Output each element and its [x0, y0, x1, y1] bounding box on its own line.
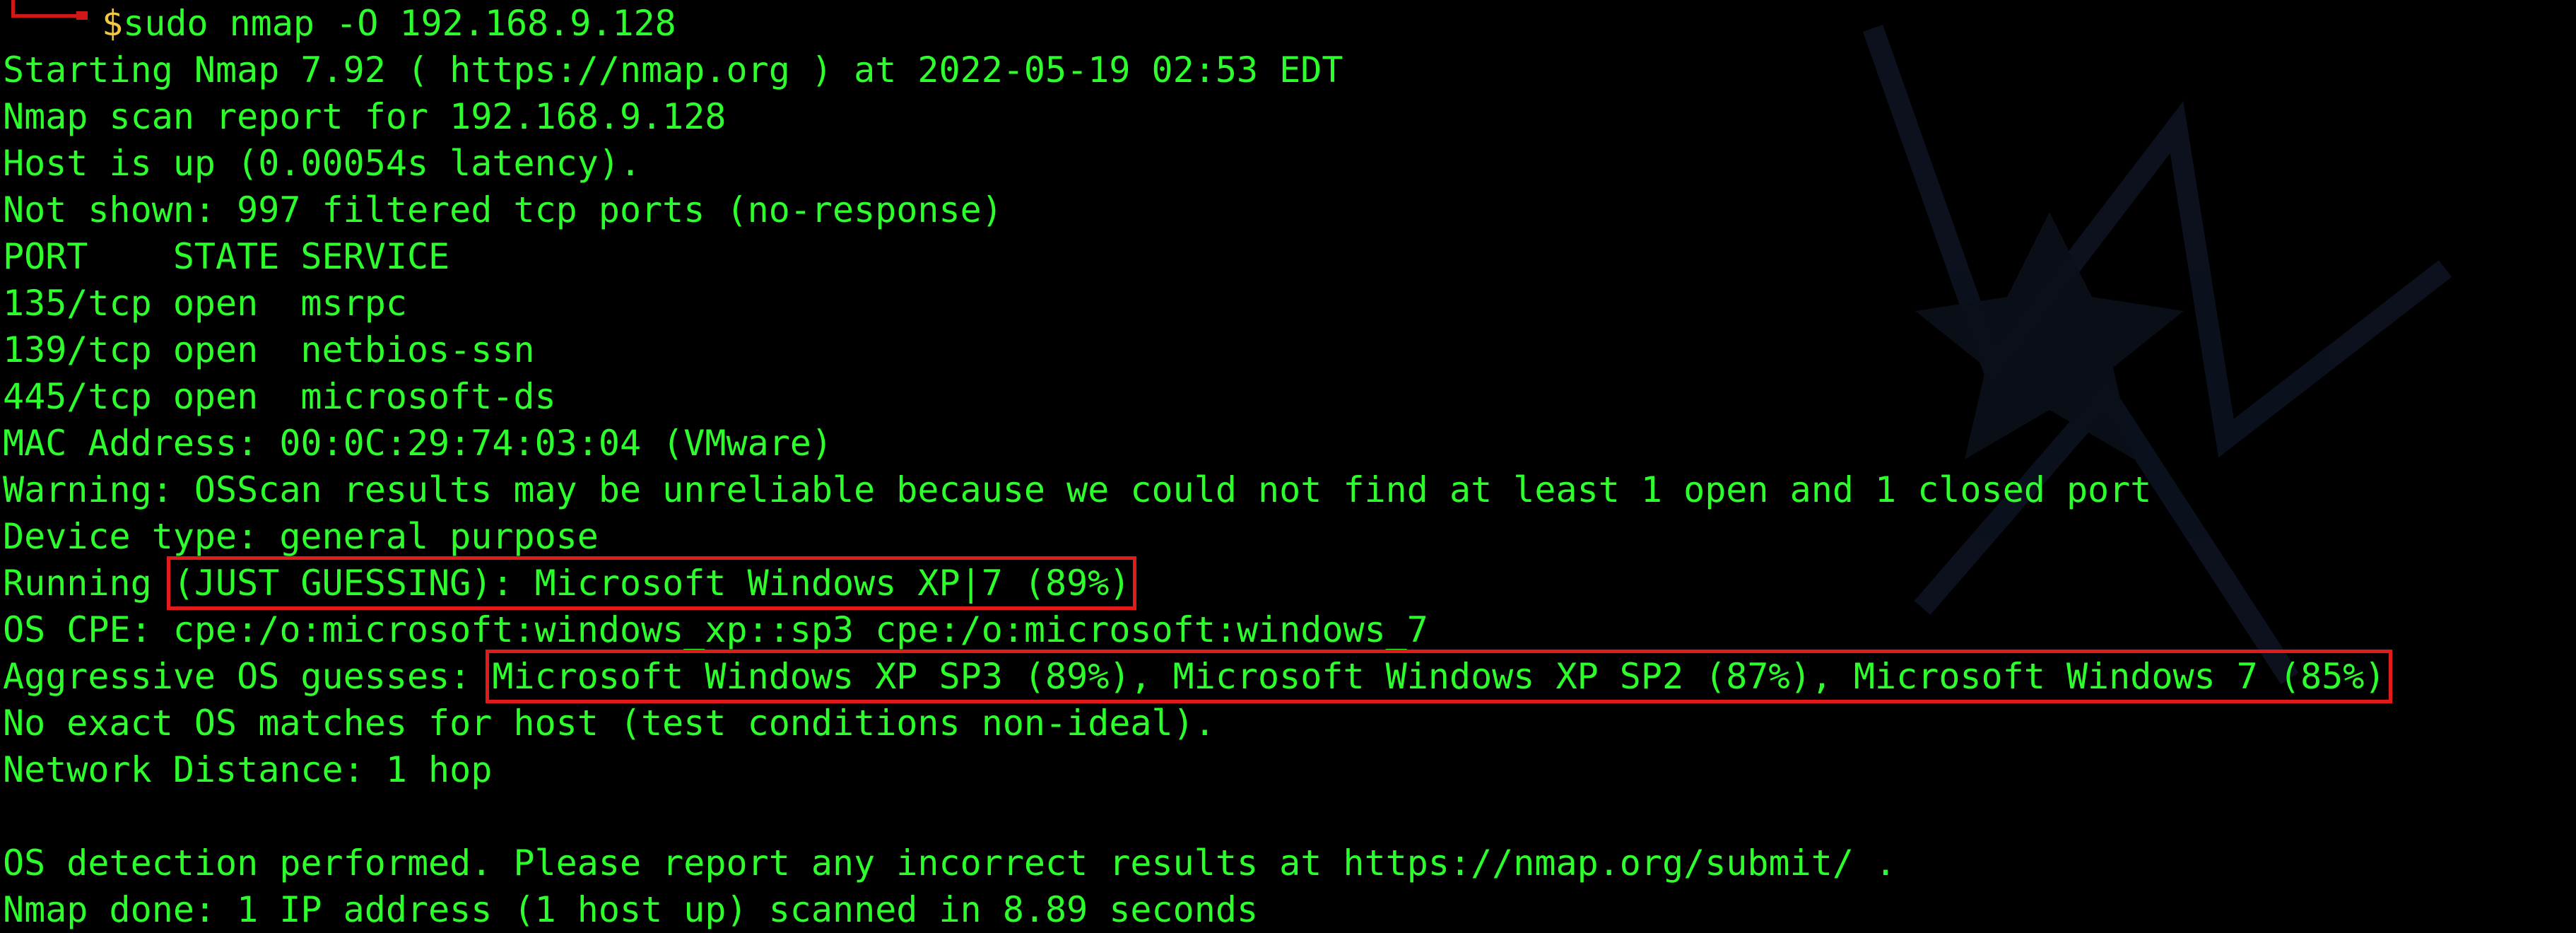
output-os-detection: OS detection performed. Please report an…: [3, 843, 1897, 884]
prompt-corner-icon: [3, 0, 102, 47]
output-port-row: 139/tcp open netbios-ssn: [3, 329, 535, 370]
output-network-distance: Network Distance: 1 hop: [3, 749, 493, 790]
output-mac: MAC Address: 00:0C:29:74:03:04 (VMware): [3, 423, 833, 464]
running-label: Running: [3, 563, 173, 604]
output-done: Nmap done: 1 IP address (1 host up) scan…: [3, 889, 1259, 930]
output-report: Nmap scan report for 192.168.9.128: [3, 96, 727, 137]
running-highlight: (JUST GUESSING): Microsoft Windows XP|7 …: [166, 556, 1137, 610]
output-starting: Starting Nmap 7.92 ( https://nmap.org ) …: [3, 49, 1343, 90]
command-text: sudo nmap -O 192.168.9.128: [123, 3, 676, 44]
output-port-row: 445/tcp open microsoft-ds: [3, 376, 556, 417]
terminal-output: $sudo nmap -O 192.168.9.128 Starting Nma…: [3, 0, 2392, 933]
terminal-window[interactable]: $sudo nmap -O 192.168.9.128 Starting Nma…: [0, 0, 2576, 933]
output-running: Running (JUST GUESSING): Microsoft Windo…: [3, 556, 2386, 610]
prompt-dollar: $: [102, 3, 124, 44]
output-no-exact: No exact OS matches for host (test condi…: [3, 703, 1216, 744]
output-port-header: PORT STATE SERVICE: [3, 236, 450, 277]
aggressive-label: Aggressive OS guesses:: [3, 656, 493, 697]
output-aggressive: Aggressive OS guesses: Microsoft Windows…: [3, 650, 2392, 703]
output-port-row: 135/tcp open msrpc: [3, 283, 407, 324]
command-line: $sudo nmap -O 192.168.9.128: [3, 0, 2386, 47]
aggressive-highlight: Microsoft Windows XP SP3 (89%), Microsof…: [486, 650, 2392, 703]
output-os-cpe: OS CPE: cpe:/o:microsoft:windows_xp::sp3…: [3, 609, 1428, 650]
output-not-shown: Not shown: 997 filtered tcp ports (no-re…: [3, 189, 1003, 230]
output-warning: Warning: OSScan results may be unreliabl…: [3, 469, 2152, 510]
output-device-type: Device type: general purpose: [3, 516, 599, 557]
output-host-up: Host is up (0.00054s latency).: [3, 143, 642, 184]
